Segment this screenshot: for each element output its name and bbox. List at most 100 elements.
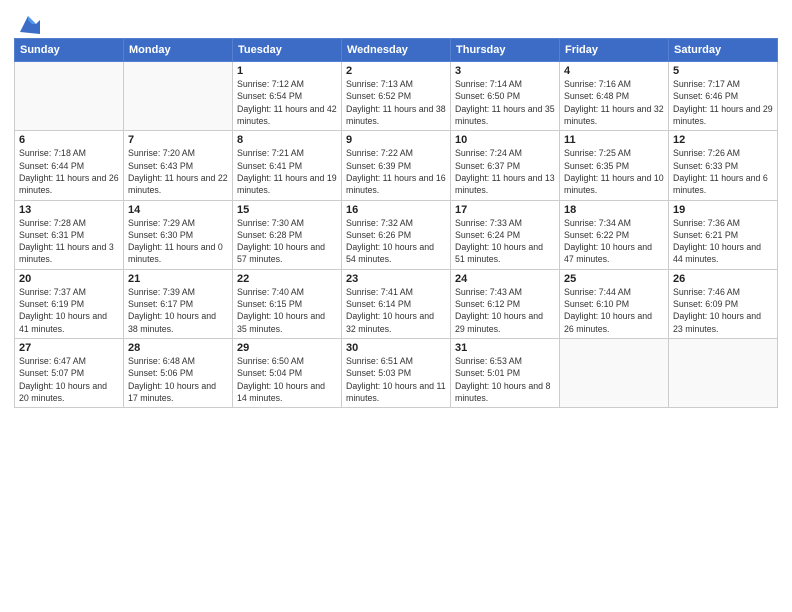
week-row-2: 6Sunrise: 7:18 AM Sunset: 6:44 PM Daylig…	[15, 131, 778, 200]
weekday-header-sunday: Sunday	[15, 39, 124, 62]
day-number: 29	[237, 342, 337, 354]
day-cell	[124, 62, 233, 131]
day-cell: 5Sunrise: 7:17 AM Sunset: 6:46 PM Daylig…	[669, 62, 778, 131]
day-cell: 17Sunrise: 7:33 AM Sunset: 6:24 PM Dayli…	[451, 200, 560, 269]
day-detail: Sunrise: 7:29 AM Sunset: 6:30 PM Dayligh…	[128, 217, 228, 266]
day-cell: 26Sunrise: 7:46 AM Sunset: 6:09 PM Dayli…	[669, 269, 778, 338]
day-number: 25	[564, 273, 664, 285]
header	[14, 10, 778, 34]
week-row-4: 20Sunrise: 7:37 AM Sunset: 6:19 PM Dayli…	[15, 269, 778, 338]
day-number: 9	[346, 134, 446, 146]
day-number: 24	[455, 273, 555, 285]
day-detail: Sunrise: 7:43 AM Sunset: 6:12 PM Dayligh…	[455, 286, 555, 335]
weekday-header-wednesday: Wednesday	[342, 39, 451, 62]
day-detail: Sunrise: 7:25 AM Sunset: 6:35 PM Dayligh…	[564, 147, 664, 196]
day-detail: Sunrise: 7:37 AM Sunset: 6:19 PM Dayligh…	[19, 286, 119, 335]
day-detail: Sunrise: 7:12 AM Sunset: 6:54 PM Dayligh…	[237, 78, 337, 127]
day-number: 21	[128, 273, 228, 285]
day-detail: Sunrise: 7:13 AM Sunset: 6:52 PM Dayligh…	[346, 78, 446, 127]
day-cell: 19Sunrise: 7:36 AM Sunset: 6:21 PM Dayli…	[669, 200, 778, 269]
day-cell: 29Sunrise: 6:50 AM Sunset: 5:04 PM Dayli…	[233, 339, 342, 408]
day-number: 4	[564, 65, 664, 77]
day-cell: 27Sunrise: 6:47 AM Sunset: 5:07 PM Dayli…	[15, 339, 124, 408]
day-detail: Sunrise: 7:22 AM Sunset: 6:39 PM Dayligh…	[346, 147, 446, 196]
day-detail: Sunrise: 7:32 AM Sunset: 6:26 PM Dayligh…	[346, 217, 446, 266]
day-detail: Sunrise: 7:18 AM Sunset: 6:44 PM Dayligh…	[19, 147, 119, 196]
week-row-3: 13Sunrise: 7:28 AM Sunset: 6:31 PM Dayli…	[15, 200, 778, 269]
day-detail: Sunrise: 7:28 AM Sunset: 6:31 PM Dayligh…	[19, 217, 119, 266]
day-detail: Sunrise: 7:16 AM Sunset: 6:48 PM Dayligh…	[564, 78, 664, 127]
day-cell: 14Sunrise: 7:29 AM Sunset: 6:30 PM Dayli…	[124, 200, 233, 269]
day-cell: 8Sunrise: 7:21 AM Sunset: 6:41 PM Daylig…	[233, 131, 342, 200]
calendar-table: SundayMondayTuesdayWednesdayThursdayFrid…	[14, 38, 778, 408]
day-number: 6	[19, 134, 119, 146]
day-number: 30	[346, 342, 446, 354]
day-cell: 28Sunrise: 6:48 AM Sunset: 5:06 PM Dayli…	[124, 339, 233, 408]
day-number: 14	[128, 204, 228, 216]
weekday-header-thursday: Thursday	[451, 39, 560, 62]
day-number: 28	[128, 342, 228, 354]
day-detail: Sunrise: 7:33 AM Sunset: 6:24 PM Dayligh…	[455, 217, 555, 266]
day-cell: 22Sunrise: 7:40 AM Sunset: 6:15 PM Dayli…	[233, 269, 342, 338]
day-number: 5	[673, 65, 773, 77]
weekday-header-saturday: Saturday	[669, 39, 778, 62]
week-row-1: 1Sunrise: 7:12 AM Sunset: 6:54 PM Daylig…	[15, 62, 778, 131]
day-detail: Sunrise: 7:36 AM Sunset: 6:21 PM Dayligh…	[673, 217, 773, 266]
day-number: 17	[455, 204, 555, 216]
logo-icon	[16, 14, 40, 34]
day-detail: Sunrise: 7:17 AM Sunset: 6:46 PM Dayligh…	[673, 78, 773, 127]
day-cell: 18Sunrise: 7:34 AM Sunset: 6:22 PM Dayli…	[560, 200, 669, 269]
day-cell: 30Sunrise: 6:51 AM Sunset: 5:03 PM Dayli…	[342, 339, 451, 408]
day-cell: 10Sunrise: 7:24 AM Sunset: 6:37 PM Dayli…	[451, 131, 560, 200]
day-number: 8	[237, 134, 337, 146]
day-cell: 11Sunrise: 7:25 AM Sunset: 6:35 PM Dayli…	[560, 131, 669, 200]
day-number: 15	[237, 204, 337, 216]
day-cell: 15Sunrise: 7:30 AM Sunset: 6:28 PM Dayli…	[233, 200, 342, 269]
day-detail: Sunrise: 6:50 AM Sunset: 5:04 PM Dayligh…	[237, 355, 337, 404]
day-number: 2	[346, 65, 446, 77]
day-cell: 20Sunrise: 7:37 AM Sunset: 6:19 PM Dayli…	[15, 269, 124, 338]
day-number: 7	[128, 134, 228, 146]
day-cell: 24Sunrise: 7:43 AM Sunset: 6:12 PM Dayli…	[451, 269, 560, 338]
day-cell: 7Sunrise: 7:20 AM Sunset: 6:43 PM Daylig…	[124, 131, 233, 200]
day-cell: 1Sunrise: 7:12 AM Sunset: 6:54 PM Daylig…	[233, 62, 342, 131]
day-cell	[560, 339, 669, 408]
day-detail: Sunrise: 7:24 AM Sunset: 6:37 PM Dayligh…	[455, 147, 555, 196]
day-detail: Sunrise: 7:44 AM Sunset: 6:10 PM Dayligh…	[564, 286, 664, 335]
day-cell: 6Sunrise: 7:18 AM Sunset: 6:44 PM Daylig…	[15, 131, 124, 200]
day-cell: 9Sunrise: 7:22 AM Sunset: 6:39 PM Daylig…	[342, 131, 451, 200]
day-number: 3	[455, 65, 555, 77]
day-detail: Sunrise: 6:48 AM Sunset: 5:06 PM Dayligh…	[128, 355, 228, 404]
day-cell: 2Sunrise: 7:13 AM Sunset: 6:52 PM Daylig…	[342, 62, 451, 131]
day-cell	[15, 62, 124, 131]
day-detail: Sunrise: 7:14 AM Sunset: 6:50 PM Dayligh…	[455, 78, 555, 127]
day-detail: Sunrise: 7:21 AM Sunset: 6:41 PM Dayligh…	[237, 147, 337, 196]
day-cell: 23Sunrise: 7:41 AM Sunset: 6:14 PM Dayli…	[342, 269, 451, 338]
day-cell: 4Sunrise: 7:16 AM Sunset: 6:48 PM Daylig…	[560, 62, 669, 131]
day-cell: 31Sunrise: 6:53 AM Sunset: 5:01 PM Dayli…	[451, 339, 560, 408]
day-number: 31	[455, 342, 555, 354]
weekday-header-monday: Monday	[124, 39, 233, 62]
day-number: 20	[19, 273, 119, 285]
weekday-header-tuesday: Tuesday	[233, 39, 342, 62]
day-cell: 25Sunrise: 7:44 AM Sunset: 6:10 PM Dayli…	[560, 269, 669, 338]
main-container: SundayMondayTuesdayWednesdayThursdayFrid…	[0, 0, 792, 414]
day-cell: 16Sunrise: 7:32 AM Sunset: 6:26 PM Dayli…	[342, 200, 451, 269]
day-detail: Sunrise: 6:47 AM Sunset: 5:07 PM Dayligh…	[19, 355, 119, 404]
day-number: 18	[564, 204, 664, 216]
day-cell: 12Sunrise: 7:26 AM Sunset: 6:33 PM Dayli…	[669, 131, 778, 200]
day-number: 13	[19, 204, 119, 216]
day-number: 1	[237, 65, 337, 77]
day-cell	[669, 339, 778, 408]
day-number: 27	[19, 342, 119, 354]
day-detail: Sunrise: 7:34 AM Sunset: 6:22 PM Dayligh…	[564, 217, 664, 266]
weekday-header-row: SundayMondayTuesdayWednesdayThursdayFrid…	[15, 39, 778, 62]
day-number: 23	[346, 273, 446, 285]
day-detail: Sunrise: 7:41 AM Sunset: 6:14 PM Dayligh…	[346, 286, 446, 335]
weekday-header-friday: Friday	[560, 39, 669, 62]
day-detail: Sunrise: 7:40 AM Sunset: 6:15 PM Dayligh…	[237, 286, 337, 335]
day-cell: 21Sunrise: 7:39 AM Sunset: 6:17 PM Dayli…	[124, 269, 233, 338]
day-cell: 13Sunrise: 7:28 AM Sunset: 6:31 PM Dayli…	[15, 200, 124, 269]
day-number: 11	[564, 134, 664, 146]
day-detail: Sunrise: 7:30 AM Sunset: 6:28 PM Dayligh…	[237, 217, 337, 266]
